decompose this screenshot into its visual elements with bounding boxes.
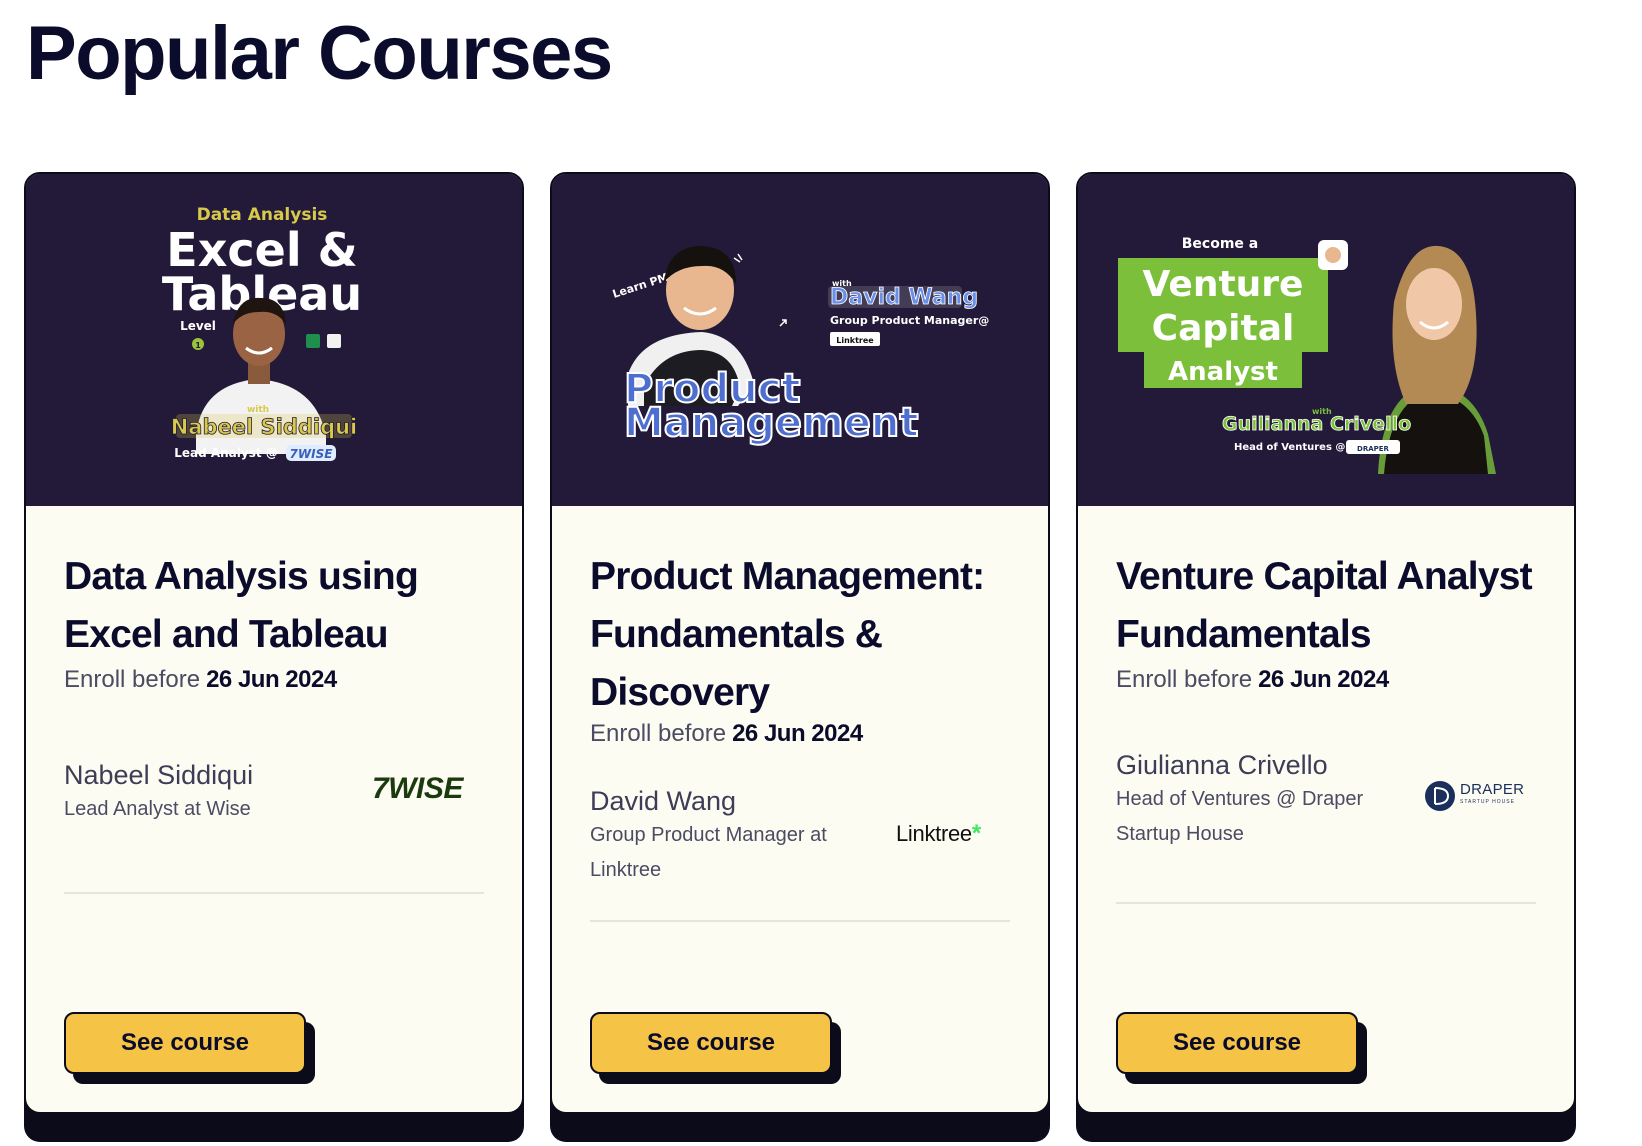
svg-text:Head of Ventures @: Head of Ventures @ [1234, 442, 1345, 453]
banner-host-name: David Wang [830, 285, 978, 310]
banner-headline-2: Capital [1152, 308, 1295, 349]
excel-icon [306, 334, 320, 348]
svg-text:Lead Analyst @: Lead Analyst @ [174, 446, 278, 460]
see-course-button-wrap: See course [590, 1012, 841, 1084]
course-banner-image[interactable]: Data Analysis Excel & Tableau Level 1 wi… [26, 174, 522, 506]
see-course-button[interactable]: See course [1116, 1012, 1358, 1074]
see-course-button[interactable]: See course [590, 1012, 832, 1074]
instructor-name: Giulianna Crivello [1116, 750, 1328, 780]
instructor-name: Nabeel Siddiqui [64, 760, 254, 790]
course-card-venture-capital[interactable]: Become a Venture Capital Analyst with Gu… [1076, 172, 1576, 1142]
banner-headline-3: Analyst [1168, 357, 1278, 387]
card-divider [590, 920, 1010, 922]
banner-illustration: Data Analysis Excel & Tableau Level 1 wi… [26, 174, 522, 506]
enroll-date: 26 Jun 2024 [732, 720, 863, 747]
course-banner-image[interactable]: Learn PM with David Wang Group Product M… [552, 174, 1048, 506]
course-banner-image[interactable]: Become a Venture Capital Analyst with Gu… [1078, 174, 1574, 506]
enroll-deadline: Enroll before 26 Jun 2024 [590, 720, 863, 748]
course-title[interactable]: Venture Capital Analyst Fundamentals [1116, 548, 1546, 664]
svg-text:Group Product Manager@: Group Product Manager@ [830, 314, 989, 327]
enroll-date: 26 Jun 2024 [206, 666, 337, 693]
wise-logo: 7WISE [372, 772, 463, 805]
svg-text:DRAPER: DRAPER [1357, 445, 1390, 453]
instructor-role: Group Product Manager at Linktree [590, 824, 827, 881]
see-course-button[interactable]: See course [64, 1012, 306, 1074]
banner-level-label: Level [180, 319, 216, 333]
course-card-product-management[interactable]: Learn PM with David Wang Group Product M… [550, 172, 1050, 1142]
enroll-deadline: Enroll before 26 Jun 2024 [64, 666, 337, 694]
see-course-button-wrap: See course [64, 1012, 315, 1084]
banner-host-name: Nabeel Siddiqui [171, 415, 358, 439]
card-body: Data Analysis Excel & Tableau Level 1 wi… [24, 172, 524, 1114]
instructor-role: Head of Ventures @ Draper Startup House [1116, 788, 1364, 845]
banner-kicker: Become a [1182, 236, 1259, 252]
see-course-button-wrap: See course [1116, 1012, 1367, 1084]
card-body: Become a Venture Capital Analyst with Gu… [1076, 172, 1576, 1114]
svg-text:with: with [247, 405, 269, 415]
card-divider [1116, 902, 1536, 904]
enroll-label: Enroll before [1116, 666, 1253, 693]
tableau-icon [327, 334, 341, 348]
course-title[interactable]: Product Management: Fundamentals & Disco… [590, 548, 1020, 722]
course-card-data-analysis[interactable]: Data Analysis Excel & Tableau Level 1 wi… [24, 172, 524, 1142]
enroll-date: 26 Jun 2024 [1258, 666, 1389, 693]
card-divider [64, 892, 484, 894]
instructor-role: Lead Analyst at Wise [64, 798, 251, 820]
banner-illustration: Learn PM with David Wang Group Product M… [552, 174, 1048, 506]
svg-text:1: 1 [195, 341, 201, 350]
course-title[interactable]: Data Analysis using Excel and Tableau [64, 548, 494, 664]
linktree-asterisk-icon: * [971, 820, 982, 847]
svg-text:7WISE: 7WISE [290, 447, 334, 461]
enroll-label: Enroll before [64, 666, 201, 693]
banner-headline-1: Venture [1143, 264, 1304, 305]
linktree-logo: Linktree* [896, 820, 982, 847]
banner-illustration: Become a Venture Capital Analyst with Gu… [1078, 174, 1574, 506]
enroll-deadline: Enroll before 26 Jun 2024 [1116, 666, 1389, 694]
card-body: Learn PM with David Wang Group Product M… [550, 172, 1050, 1114]
enroll-label: Enroll before [590, 720, 727, 747]
draper-logo: DRAPER STARTUP HOUSE [1424, 780, 1524, 814]
page-title: Popular Courses [26, 11, 613, 96]
instructor-name: David Wang [590, 786, 737, 816]
banner-headline-2: Management [624, 400, 918, 446]
banner-kicker: Data Analysis [197, 205, 328, 225]
banner-host-name: Guilianna Crivello [1222, 413, 1411, 435]
svg-text:Linktree: Linktree [836, 336, 874, 345]
draper-mark-icon [1425, 781, 1455, 811]
